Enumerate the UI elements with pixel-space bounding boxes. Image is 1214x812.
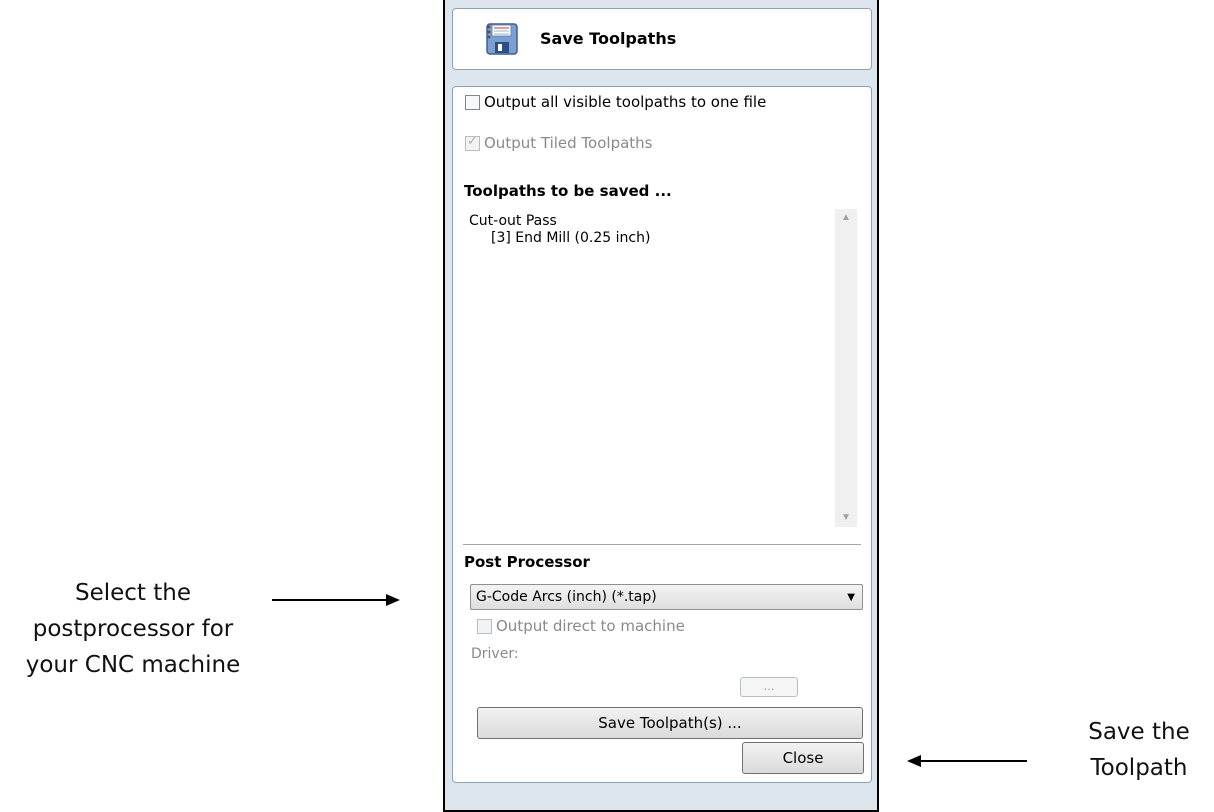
- toolpaths-list[interactable]: Cut-out Pass [3] End Mill (0.25 inch): [463, 205, 861, 537]
- arrow-right-icon: [272, 594, 400, 606]
- driver-label: Driver:: [471, 646, 519, 662]
- save-toolpaths-button[interactable]: Save Toolpath(s) ...: [477, 707, 863, 739]
- checkbox-label: Output all visible toolpaths to one file: [484, 93, 767, 111]
- output-direct-checkbox[interactable]: Output direct to machine: [477, 617, 685, 635]
- floppy-disk-icon: [486, 23, 518, 55]
- panel-body: Output all visible toolpaths to one file…: [452, 86, 872, 783]
- toolpaths-heading: Toolpaths to be saved ...: [464, 182, 672, 200]
- scroll-up-arrow-icon[interactable]: ▲: [835, 209, 857, 227]
- annotation-line: Select the: [74, 580, 191, 606]
- post-processor-heading: Post Processor: [464, 553, 590, 571]
- panel-title: Save Toolpaths: [540, 29, 677, 48]
- annotation-line: Toolpath: [1090, 755, 1188, 781]
- output-one-file-checkbox[interactable]: Output all visible toolpaths to one file: [465, 93, 766, 111]
- list-item-tool[interactable]: [3] End Mill (0.25 inch): [491, 230, 650, 246]
- post-processor-select[interactable]: G-Code Arcs (inch) (*.tap) ▼: [470, 584, 863, 610]
- save-toolpaths-panel: Save Toolpaths Output all visible toolpa…: [443, 0, 879, 812]
- scroll-down-arrow-icon[interactable]: ▼: [835, 509, 857, 527]
- annotation-save-toolpath: Save the Toolpath: [1064, 714, 1214, 786]
- annotation-line: postprocessor for: [32, 616, 234, 642]
- checkbox-label: Output direct to machine: [496, 617, 685, 635]
- browse-driver-button[interactable]: ...: [740, 677, 798, 697]
- output-tiled-checkbox[interactable]: Output Tiled Toolpaths: [465, 134, 652, 152]
- divider: [463, 544, 861, 545]
- toolpaths-scrollbar[interactable]: ▲ ▼: [835, 209, 857, 527]
- close-button[interactable]: Close: [742, 742, 864, 774]
- checkbox-box[interactable]: [465, 134, 480, 151]
- list-item-toolpath-name[interactable]: Cut-out Pass: [469, 213, 557, 229]
- panel-header: Save Toolpaths: [452, 8, 872, 70]
- annotation-line: Save the: [1088, 719, 1190, 745]
- post-processor-selected-value: G-Code Arcs (inch) (*.tap): [476, 589, 657, 605]
- dropdown-arrow-icon[interactable]: ▼: [847, 586, 855, 610]
- checkbox-box[interactable]: [477, 618, 492, 634]
- annotation-line: your CNC machine: [25, 652, 241, 678]
- arrow-left-icon: [907, 755, 1027, 767]
- checkbox-box[interactable]: [465, 94, 480, 110]
- checkbox-label: Output Tiled Toolpaths: [484, 134, 653, 152]
- annotation-select-postprocessor: Select the postprocessor for your CNC ma…: [2, 575, 264, 683]
